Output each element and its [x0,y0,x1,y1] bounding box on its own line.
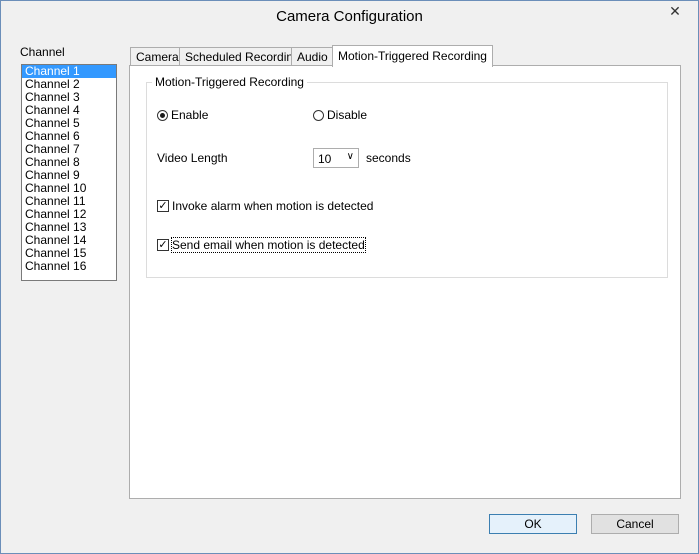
checkmark-icon: ✓ [157,200,169,212]
disable-radio[interactable]: Disable [313,108,367,122]
disable-label: Disable [327,108,368,122]
window-title: Camera Configuration [276,8,423,25]
enable-label: Enable [171,108,209,122]
invoke-alarm-checkbox[interactable]: ✓ Invoke alarm when motion is detected [157,199,373,213]
close-icon: ✕ [669,3,681,19]
motion-triggered-recording-panel: Motion-Triggered Recording Enable Disabl… [129,65,681,499]
tab-camera[interactable]: Camera [130,47,185,66]
enable-radio[interactable]: Enable [157,108,208,122]
ok-button[interactable]: OK [489,514,577,534]
cancel-button[interactable]: Cancel [591,514,679,534]
video-length-label: Video Length [157,151,228,165]
video-length-select[interactable]: 10 ∨ [313,148,359,168]
seconds-label: seconds [366,151,411,165]
send-email-checkbox[interactable]: ✓ Send email when motion is detected [157,237,366,253]
close-button[interactable]: ✕ [659,1,691,21]
video-length-value: 10 [318,152,332,166]
chevron-down-icon: ∨ [346,151,354,162]
group-title: Motion-Triggered Recording [152,75,307,89]
tab-audio[interactable]: Audio [291,47,334,66]
camera-configuration-window: Camera Configuration ✕ Channel Channel 1… [0,0,699,554]
channel-label: Channel [20,45,65,59]
checkmark-icon: ✓ [157,239,169,251]
invoke-alarm-label: Invoke alarm when motion is detected [172,199,374,213]
channel-list[interactable]: Channel 1 Channel 2 Channel 3 Channel 4 … [21,64,117,281]
radio-checked-icon [157,109,168,121]
tab-motion-triggered-recording[interactable]: Motion-Triggered Recording [332,45,493,67]
title-bar[interactable]: Camera Configuration ✕ [1,1,698,32]
radio-unchecked-icon [313,109,324,121]
tab-scheduled-recording[interactable]: Scheduled Recording [179,47,306,66]
channel-list-item[interactable]: Channel 16 [22,260,116,273]
send-email-label: Send email when motion is detected [171,237,366,253]
